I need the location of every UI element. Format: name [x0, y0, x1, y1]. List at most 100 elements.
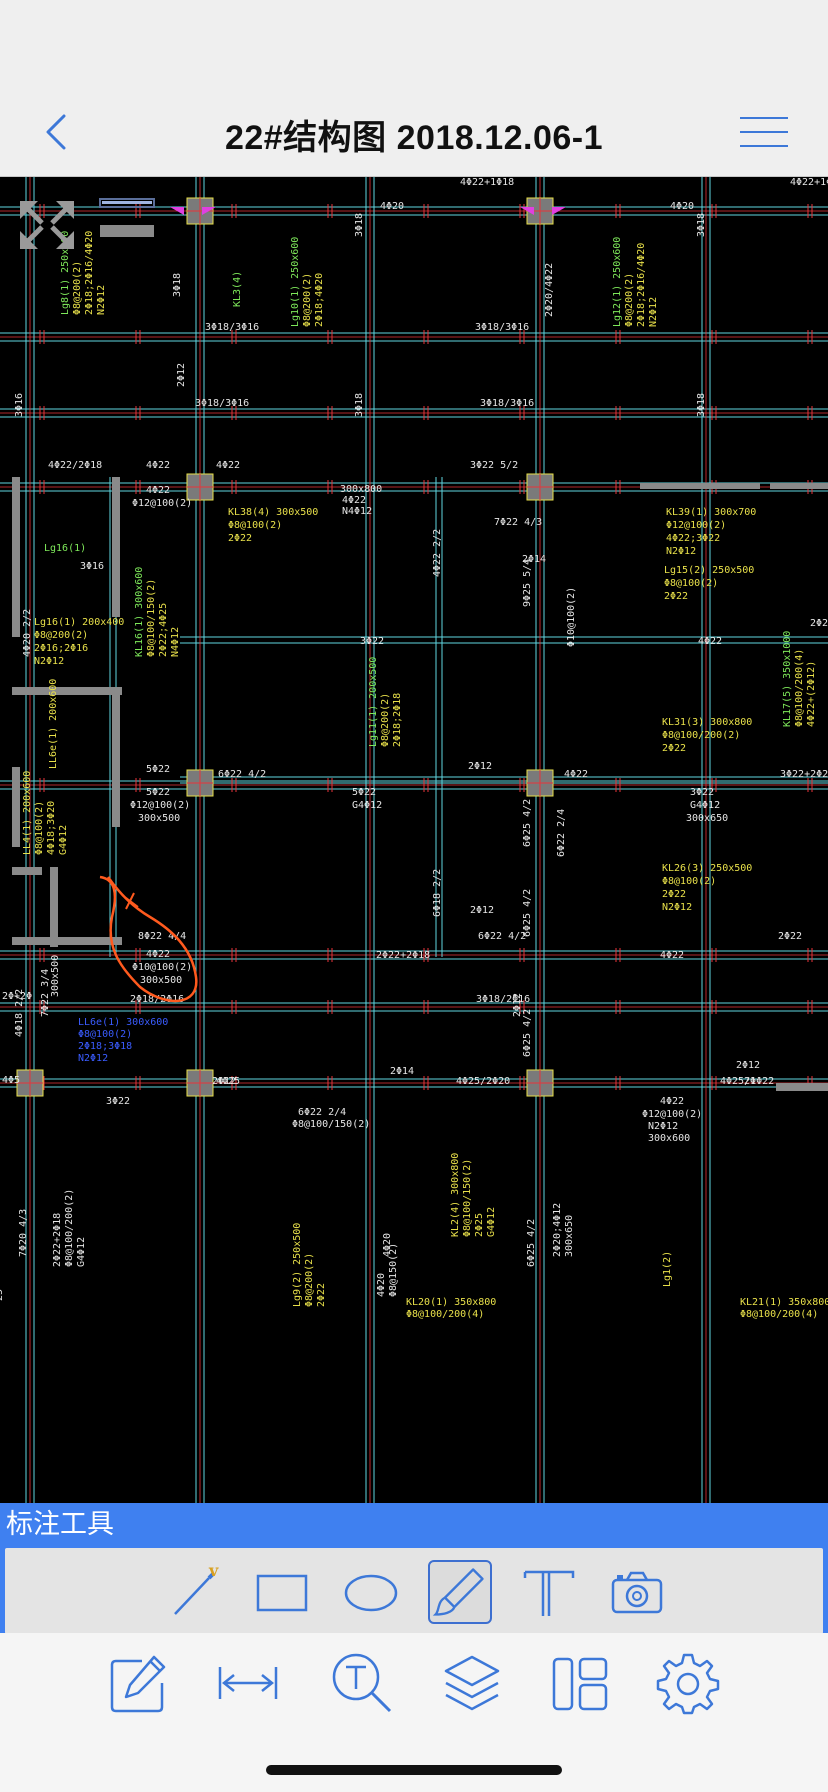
- edit-pencil-icon: [110, 1655, 166, 1713]
- cad-label: 2Φ12: [470, 905, 494, 916]
- cad-label: Φ12@100(2): [132, 498, 192, 509]
- cad-label: G4Φ12: [486, 1207, 497, 1237]
- cad-label: 300x650: [686, 813, 728, 824]
- ellipse-tool-button[interactable]: [339, 1560, 403, 1624]
- cad-label: 4Φ22;3Φ22: [666, 533, 720, 544]
- cad-label: 4Φ22: [660, 950, 684, 961]
- cad-label: Φ10@100(2): [566, 587, 577, 647]
- cad-label: 2Φ22;4Φ25: [158, 603, 169, 657]
- cad-label: N4Φ12: [170, 627, 181, 657]
- cad-label: Φ8@100(2): [78, 1029, 132, 1040]
- cad-label: Φ8@100/150(2): [292, 1119, 370, 1130]
- cad-label: 2Φ22: [778, 931, 802, 942]
- cad-label: 3Φ22 5/2: [470, 460, 518, 471]
- cad-label: G4Φ12: [352, 800, 382, 811]
- cad-label: 4Φ22+1Φ: [790, 177, 828, 188]
- cad-label: Φ8@100/150(2): [146, 579, 157, 657]
- cad-label: 4Φ22: [146, 949, 170, 960]
- cad-label: Φ8@200(2): [34, 630, 88, 641]
- cad-label: 2Φ18;2Φ16/4Φ20: [84, 231, 95, 315]
- cad-label: 4Φ5: [2, 1075, 20, 1086]
- cad-label: KL17(5) 350x1000: [782, 631, 793, 727]
- cad-label: Φ8@100(2): [228, 520, 282, 531]
- cad-label: Φ8@100(2): [664, 578, 718, 589]
- cad-label: 9Φ25 5/4: [522, 559, 533, 607]
- cad-label: KL21(1) 350x800: [740, 1297, 828, 1308]
- cad-label: 4Φ20: [382, 1233, 393, 1257]
- shear-wall: [112, 687, 120, 827]
- cad-label: 2Φ18;3Φ18: [78, 1041, 132, 1052]
- annotation-toolbar: v: [0, 1545, 828, 1634]
- cad-label: 6Φ22 2/4: [298, 1107, 346, 1118]
- cad-label: 2Φ16;2Φ16: [34, 643, 88, 654]
- cad-label: 4Φ22+1Φ18: [460, 177, 514, 188]
- pen-line-icon: v: [174, 1561, 219, 1615]
- measure-button[interactable]: [216, 1651, 280, 1715]
- cad-label: 4Φ18;3Φ20: [46, 801, 57, 855]
- edit-button[interactable]: [106, 1651, 170, 1715]
- cad-label: 3Φ18: [696, 393, 707, 417]
- cad-label: Φ8@100(2): [34, 801, 45, 855]
- cad-label: LL6e(1) 200x600: [48, 679, 59, 769]
- shear-wall: [12, 477, 20, 637]
- cad-label: 2Φ18;4Φ20: [314, 273, 325, 327]
- cad-label: 4Φ20: [670, 201, 694, 212]
- cad-label: 5Φ22: [352, 787, 376, 798]
- line-tool-button[interactable]: v: [165, 1560, 229, 1624]
- cad-label: 4Φ22: [698, 636, 722, 647]
- bottom-toolbar: [0, 1633, 828, 1792]
- camera-icon: [611, 1571, 663, 1614]
- cad-label: 3Φ18/3Φ16: [205, 322, 259, 333]
- text-tool-button[interactable]: [517, 1560, 581, 1624]
- cad-label: 6Φ22 4/2: [218, 769, 266, 780]
- layout-button[interactable]: [548, 1651, 612, 1715]
- cad-label: 3Φ18/3Φ16: [195, 398, 249, 409]
- cad-label: 4Φ22: [146, 485, 170, 496]
- cad-label: 3Φ18: [172, 273, 183, 297]
- cad-label: Φ8@100/200(2): [662, 730, 740, 741]
- cad-label: N2Φ12: [34, 656, 64, 667]
- freehand-tool-button[interactable]: [428, 1560, 492, 1624]
- zoom-slider-icon[interactable]: [99, 198, 155, 237]
- cad-label: 2Φ22: [662, 743, 686, 754]
- chevron-left-icon[interactable]: [36, 108, 80, 156]
- cad-label: 6Φ25 4/2: [522, 1009, 533, 1057]
- ellipse-icon: [344, 1574, 398, 1612]
- cad-label: 4Φ25/2Φ20: [456, 1076, 510, 1087]
- camera-tool-button[interactable]: [605, 1560, 669, 1624]
- cad-label: N2Φ12: [648, 1121, 678, 1132]
- cad-label: 2Φ22+2Φ18: [376, 950, 430, 961]
- status-bar: [0, 0, 828, 88]
- cad-label: 6Φ25 4/2: [526, 1219, 537, 1267]
- cad-label: 4Φ20: [376, 1273, 387, 1297]
- cad-label: Φ12@100(2): [666, 520, 726, 531]
- cad-label: N2Φ12: [96, 285, 107, 315]
- settings-button[interactable]: [656, 1651, 720, 1715]
- cad-label: KL3(4): [232, 271, 243, 307]
- fullscreen-expand-icon[interactable]: [16, 197, 78, 253]
- hamburger-menu-icon[interactable]: [736, 112, 792, 152]
- cad-label: Φ10@100(2): [132, 962, 192, 973]
- rectangle-tool-button[interactable]: [250, 1560, 314, 1624]
- text-search-button[interactable]: [330, 1651, 394, 1715]
- cad-label: Φ12@100(2): [130, 800, 190, 811]
- cad-label: Φ12@100(2): [642, 1109, 702, 1120]
- cad-label: 4Φ22: [564, 769, 588, 780]
- cad-label: 3Φ22: [106, 1096, 130, 1107]
- cad-label: Lg1(2): [662, 1251, 673, 1287]
- cad-label: 2Φ22: [228, 533, 252, 544]
- page-title: 22#结构图 2018.12.06-1: [224, 119, 604, 157]
- cad-label: 2Φ12: [736, 1060, 760, 1071]
- cad-label: 4Φ22: [342, 495, 366, 506]
- cad-label: KL2(4) 300x800: [450, 1153, 461, 1237]
- layers-button[interactable]: [440, 1651, 504, 1715]
- cad-label: 6Φ18 2/2: [432, 869, 443, 917]
- cad-label: Φ8@200(2): [72, 261, 83, 315]
- cad-drawing-canvas[interactable]: 4Φ22+1Φ18 4Φ22+1Φ 4Φ20 4Φ20 Lg8(1) 250x600 Φ8…: [0, 177, 828, 1503]
- annotation-tools-panel: v: [5, 1548, 823, 1634]
- cad-label: 6Φ22 4/2: [478, 931, 526, 942]
- shear-wall: [12, 937, 122, 945]
- cad-label: 4Φ22+(2Φ12): [806, 661, 817, 727]
- annotation-toolbar-title: 标注工具: [0, 1503, 828, 1545]
- cad-label: 2Φ: [744, 1076, 756, 1087]
